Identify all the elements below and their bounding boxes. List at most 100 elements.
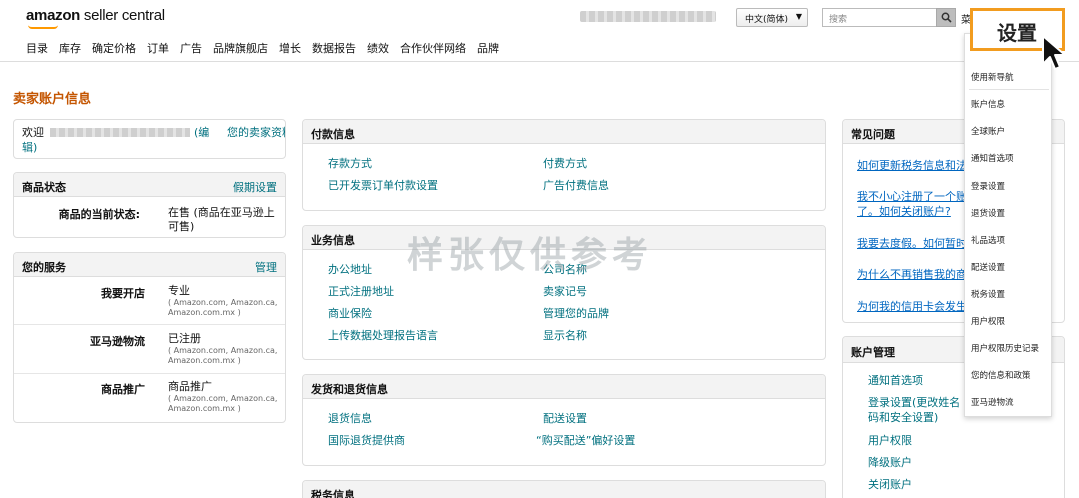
account-name-blurred bbox=[580, 11, 716, 22]
service-value: 专业 bbox=[168, 284, 190, 297]
display-name-link[interactable]: 显示名称 bbox=[543, 329, 587, 342]
return-info-link[interactable]: 退货信息 bbox=[328, 412, 372, 425]
shipping-returns-title: 发货和退货信息 bbox=[311, 383, 388, 396]
invoiced-order-payment-link[interactable]: 已开发票订单付款设置 bbox=[328, 179, 438, 192]
language-value: 中文(简体) bbox=[745, 15, 789, 25]
shipping-returns-box: 发货和退货信息 退货信息 配送设置 国际退货提供商 “购买配送”偏好设置 bbox=[302, 374, 826, 466]
account-management-title: 账户管理 bbox=[851, 346, 895, 359]
menu-item-global-accounts[interactable]: 全球账户 bbox=[971, 125, 1005, 137]
menu-item-fba[interactable]: 亚马逊物流 bbox=[971, 396, 1014, 408]
nav-partner-network[interactable]: 合作伙伴网络 bbox=[400, 40, 466, 56]
row-divider bbox=[14, 373, 285, 374]
login-settings-link-cont[interactable]: 码和安全设置) bbox=[868, 411, 938, 424]
edit-link-tail[interactable]: 辑) bbox=[22, 141, 37, 154]
registered-address-link[interactable]: 正式注册地址 bbox=[328, 285, 394, 298]
deposit-methods-link[interactable]: 存款方式 bbox=[328, 157, 372, 170]
service-value: 已注册 bbox=[168, 332, 201, 345]
welcome-box: 欢迎 (编 辑) 您的卖家资料 bbox=[13, 119, 286, 159]
nav-performance[interactable]: 绩效 bbox=[367, 40, 389, 56]
menu-item-return-settings[interactable]: 退货设置 bbox=[971, 207, 1005, 219]
seller-name-blurred bbox=[50, 128, 190, 137]
main-nav: 目录 库存 确定价格 订单 广告 品牌旗舰店 增长 数据报告 绩效 合作伙伴网络 品牌 bbox=[26, 40, 510, 56]
menu-item-notifications[interactable]: 通知首选项 bbox=[971, 152, 1014, 164]
tax-info-title: 税务信息 bbox=[311, 489, 355, 498]
menu-item-account-info[interactable]: 账户信息 bbox=[971, 98, 1005, 110]
logo-amazon: amazon bbox=[26, 7, 81, 24]
welcome-text: 欢迎 bbox=[22, 126, 44, 139]
office-address-link[interactable]: 办公地址 bbox=[328, 263, 372, 276]
product-status-box: 商品状态 假期设置 商品的当前状态: 在售 (商品在亚马逊上 可售) bbox=[13, 172, 286, 238]
merchant-token-link[interactable]: 卖家记号 bbox=[543, 285, 587, 298]
amazon-smile-icon bbox=[28, 25, 58, 29]
nav-brands[interactable]: 品牌 bbox=[477, 40, 499, 56]
services-header: 您的服务 管理 bbox=[14, 253, 285, 277]
edit-link[interactable]: (编 bbox=[194, 126, 209, 139]
product-status-title: 商品状态 bbox=[22, 181, 66, 194]
product-status-header: 商品状态 假期设置 bbox=[14, 173, 285, 197]
dropdown-arrow-icon: ▼ bbox=[795, 12, 802, 21]
shipping-settings-link[interactable]: 配送设置 bbox=[543, 412, 587, 425]
menu-item-shipping-settings[interactable]: 配送设置 bbox=[971, 261, 1005, 273]
top-header: amazon seller central 中文(简体) ▼ 搜索 菜 目录 库存确… bbox=[0, 0, 1079, 62]
seller-central-logo[interactable]: amazon seller central bbox=[26, 7, 165, 24]
payment-info-title: 付款信息 bbox=[311, 128, 355, 141]
close-account-link[interactable]: 关闭账户 bbox=[868, 478, 912, 491]
nav-pricing[interactable]: 确定价格 bbox=[92, 40, 136, 56]
business-insurance-link[interactable]: 商业保险 bbox=[328, 307, 372, 320]
services-title: 您的服务 bbox=[22, 261, 66, 274]
menu-item-gift-options[interactable]: 礼品选项 bbox=[971, 234, 1005, 246]
user-permissions-link[interactable]: 用户权限 bbox=[868, 434, 912, 447]
sample-watermark: 样张仅供参考 bbox=[407, 235, 654, 276]
business-info-title: 业务信息 bbox=[311, 234, 355, 247]
listing-status-value-cont: 可售) bbox=[168, 220, 195, 233]
charge-methods-link[interactable]: 付费方式 bbox=[543, 157, 587, 170]
faq-link[interactable]: 了。如何关闭账户? bbox=[857, 205, 951, 218]
service-detail: ( Amazon.com, Amazon.ca, bbox=[168, 394, 278, 403]
menu-item-user-permissions[interactable]: 用户权限 bbox=[971, 315, 1005, 327]
search-icon bbox=[941, 12, 952, 23]
services-box: 您的服务 管理 我要开店 专业 ( Amazon.com, Amazon.ca,… bbox=[13, 252, 286, 423]
buy-shipping-preferences-link[interactable]: “购买配送”偏好设置 bbox=[536, 434, 635, 447]
tax-info-header: 税务信息 bbox=[303, 481, 825, 498]
nav-catalog[interactable]: 目录 bbox=[26, 40, 48, 56]
faq-title: 常见问题 bbox=[851, 128, 895, 141]
payment-info-box: 付款信息 存款方式 付费方式 已开发票订单付款设置 广告付费信息 bbox=[302, 119, 826, 211]
menu-item-permissions-history[interactable]: 用户权限历史记录 bbox=[971, 342, 1039, 354]
service-detail: ( Amazon.com, Amazon.ca, bbox=[168, 346, 278, 355]
nav-inventory[interactable]: 库存 bbox=[59, 40, 81, 56]
logo-seller-central: seller central bbox=[80, 7, 165, 24]
international-returns-link[interactable]: 国际退货提供商 bbox=[328, 434, 405, 447]
service-detail: Amazon.com.mx ) bbox=[168, 356, 241, 365]
search-button[interactable] bbox=[936, 8, 956, 27]
menu-item-login-settings[interactable]: 登录设置 bbox=[971, 180, 1005, 192]
service-label: 我要开店 bbox=[101, 287, 145, 300]
manage-brands-link[interactable]: 管理您的品牌 bbox=[543, 307, 609, 320]
service-detail: Amazon.com.mx ) bbox=[168, 404, 241, 413]
advertising-billing-link[interactable]: 广告付费信息 bbox=[543, 179, 609, 192]
menu-item-new-navigation[interactable]: 使用新导航 bbox=[971, 71, 1014, 83]
upload-report-language-link[interactable]: 上传数据处理报告语言 bbox=[328, 329, 438, 342]
row-divider bbox=[14, 324, 285, 325]
vacation-settings-link[interactable]: 假期设置 bbox=[233, 179, 277, 195]
login-settings-link[interactable]: 登录设置(更改姓名 bbox=[868, 396, 960, 409]
language-select[interactable]: 中文(简体) ▼ bbox=[736, 8, 808, 27]
notification-preferences-link[interactable]: 通知首选项 bbox=[868, 374, 923, 387]
page-title: 卖家账户信息 bbox=[13, 92, 92, 107]
service-detail: Amazon.com.mx ) bbox=[168, 308, 241, 317]
service-detail: ( Amazon.com, Amazon.ca, bbox=[168, 298, 278, 307]
search-input[interactable]: 搜索 bbox=[822, 8, 937, 27]
nav-advertising[interactable]: 广告 bbox=[180, 40, 202, 56]
menu-item-info-policies[interactable]: 您的信息和政策 bbox=[971, 369, 1031, 381]
menu-item-tax-settings[interactable]: 税务设置 bbox=[971, 288, 1005, 300]
seller-profile-link[interactable]: 您的卖家资料 bbox=[227, 126, 285, 139]
nav-stores[interactable]: 品牌旗舰店 bbox=[213, 40, 268, 56]
nav-orders[interactable]: 订单 bbox=[147, 40, 169, 56]
settings-dropdown: 使用新导航 账户信息 全球账户 通知首选项 登录设置 退货设置 礼品选项 配送设… bbox=[964, 33, 1052, 417]
manage-services-link[interactable]: 管理 bbox=[255, 259, 277, 275]
service-label: 亚马逊物流 bbox=[90, 335, 145, 348]
service-label: 商品推广 bbox=[101, 383, 145, 396]
nav-growth[interactable]: 增长 bbox=[279, 40, 301, 56]
tax-info-box: 税务信息 bbox=[302, 480, 826, 498]
nav-reports[interactable]: 数据报告 bbox=[312, 40, 356, 56]
downgrade-account-link[interactable]: 降级账户 bbox=[868, 456, 912, 469]
